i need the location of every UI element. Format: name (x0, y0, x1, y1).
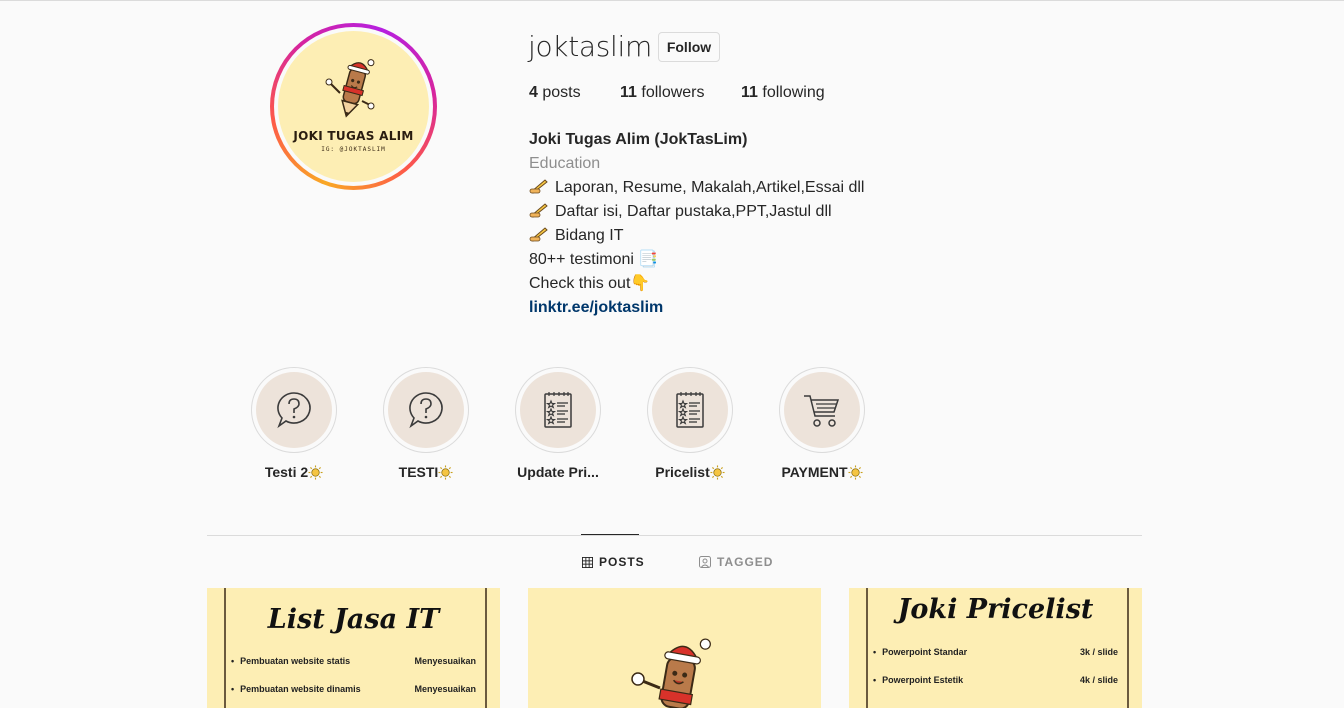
posts-stat: 4 posts (529, 84, 581, 102)
highlight-label: Pricelist (635, 464, 745, 480)
profile-avatar[interactable]: JOKI TUGAS ALIM IG: @JOKTASLIM (270, 23, 437, 190)
checklist-icon (544, 392, 572, 428)
avatar-image: JOKI TUGAS ALIM IG: @JOKTASLIM (278, 31, 429, 182)
post-row: Pembuatan website statis Menyesuaikan (231, 656, 476, 666)
question-bubble-icon (409, 392, 443, 429)
posts-label: posts (542, 84, 581, 101)
followers-stat[interactable]: 11 followers (620, 84, 705, 102)
highlight-label: TESTI (371, 464, 481, 480)
checklist-icon (676, 392, 704, 428)
avatar-title: JOKI TUGAS ALIM (293, 129, 414, 143)
writing-hand-icon (529, 203, 548, 218)
followers-count: 11 (620, 84, 637, 101)
bio-category: Education (529, 155, 601, 172)
bio-line: Check this out👇 (529, 275, 651, 292)
profile-bio: Joki Tugas Alim (JokTasLim) Education La… (529, 128, 864, 320)
post-row: Pembuatan website dinamis Menyesuaikan (231, 684, 476, 694)
pencil-mascot-icon (325, 59, 375, 118)
following-label: following (762, 84, 825, 101)
tabs-divider (207, 535, 1142, 536)
posts-count: 4 (529, 84, 538, 101)
sun-icon (710, 465, 725, 480)
writing-hand-icon (529, 179, 548, 194)
tab-tagged-label: TAGGED (717, 555, 774, 569)
highlight-label: PAYMENT (767, 464, 877, 480)
question-bubble-icon (277, 392, 311, 429)
grid-icon (582, 556, 593, 568)
highlight-label: Update Pri... (517, 464, 599, 480)
post-thumbnail[interactable]: List Jasa IT Pembuatan website statis Me… (207, 588, 500, 708)
pencil-mascot-icon (631, 638, 711, 708)
active-tab-indicator (581, 534, 639, 535)
cart-icon (804, 395, 840, 427)
tab-posts-label: POSTS (599, 555, 645, 569)
bio-line: 80++ testimoni 📑 (529, 251, 659, 268)
bio-name: Joki Tugas Alim (JokTasLim) (529, 131, 748, 148)
highlight-label: Testi 2 (239, 464, 349, 480)
tagged-user-icon (699, 556, 711, 568)
post-title: Joki Pricelist (897, 594, 1094, 625)
post-thumbnail[interactable] (528, 588, 821, 708)
bio-line: Daftar isi, Daftar pustaka,PPT,Jastul dl… (529, 200, 864, 224)
tab-tagged[interactable]: TAGGED (699, 555, 773, 569)
profile-username: joktaslim (528, 30, 652, 63)
following-count: 11 (741, 84, 758, 101)
sun-icon (308, 465, 323, 480)
bio-link[interactable]: linktr.ee/joktaslim (529, 296, 864, 320)
sun-icon (438, 465, 453, 480)
bio-line: Bidang IT (529, 224, 864, 248)
post-row: Powerpoint Estetik 4k / slide (873, 675, 1118, 685)
follow-button[interactable]: Follow (658, 32, 720, 62)
writing-hand-icon (529, 227, 548, 242)
post-thumbnail[interactable]: Joki Pricelist Powerpoint Standar 3k / s… (849, 588, 1142, 708)
avatar-subtitle: IG: @JOKTASLIM (321, 146, 386, 153)
sun-icon (848, 465, 863, 480)
followers-label: followers (641, 84, 705, 101)
top-border (0, 0, 1344, 1)
bio-line: Laporan, Resume, Makalah,Artikel,Essai d… (529, 176, 864, 200)
following-stat[interactable]: 11 following (741, 84, 825, 102)
post-row: Powerpoint Standar 3k / slide (873, 647, 1118, 657)
tab-posts[interactable]: POSTS (582, 555, 645, 569)
post-title: List Jasa IT (267, 604, 440, 635)
